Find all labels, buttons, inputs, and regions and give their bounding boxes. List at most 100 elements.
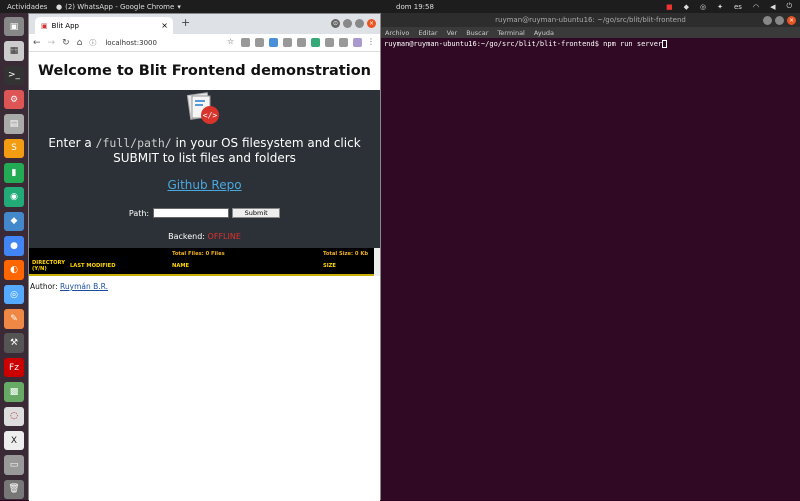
menu-ayuda[interactable]: Ayuda (534, 29, 554, 37)
chrome-icon[interactable]: ● (4, 236, 24, 256)
maximize-icon[interactable] (355, 19, 364, 28)
extension-icon[interactable] (241, 38, 250, 47)
maximize-icon[interactable] (775, 16, 784, 25)
tab-close-icon[interactable]: × (161, 21, 168, 30)
address-bar[interactable]: localhost:3000 (105, 39, 157, 47)
web-page: Welcome to Blit Frontend demonstration <… (29, 52, 380, 501)
sync-icon: ◎ (700, 2, 707, 11)
close-icon[interactable]: × (367, 19, 376, 28)
new-tab-button[interactable]: + (181, 16, 190, 29)
extension-icon[interactable] (325, 38, 334, 47)
dock: ▣ ▦ >_ ⚙ ▤ S ▮ ◉ ◆ ● ◐ ◎ ✎ ⚒ Fz ▩ ◌ X ▭ … (0, 13, 28, 500)
extension-icon[interactable] (283, 38, 292, 47)
volume-icon: ◀ (770, 2, 776, 11)
language-indicator: es (733, 2, 742, 11)
firefox-icon[interactable]: ◐ (4, 260, 24, 280)
back-icon[interactable]: ← (33, 38, 41, 48)
column-last-modified[interactable]: LAST MODIFIED (70, 263, 116, 269)
minimize-icon[interactable] (343, 19, 352, 28)
extension-icon[interactable] (269, 38, 278, 47)
backend-label: Backend: (168, 232, 205, 241)
hero-section: </> Enter a /full/path/ in your OS files… (29, 90, 380, 248)
path-form: Path: Submit (29, 208, 380, 218)
extensions-bar: ☆ ⋮ (227, 38, 376, 47)
terminal-title: ruyman@ruyman-ubuntu16: ~/go/src/blit/bl… (495, 16, 686, 24)
store-icon[interactable]: ◉ (4, 187, 24, 207)
chevron-down-icon: ▾ (177, 2, 181, 11)
author-link[interactable]: Ruymán B.R. (60, 282, 108, 291)
column-directory[interactable]: DIRECTORY (Y/N) (32, 260, 66, 272)
menu-icon[interactable]: ⋮ (367, 38, 376, 47)
browser-toolbar: ← → ↻ ⌂ ⓘ localhost:3000 ☆ ⋮ (29, 34, 380, 52)
sublime-icon[interactable]: S (4, 138, 24, 159)
home-icon[interactable]: ⌂ (77, 38, 83, 48)
author-label: Author: (30, 282, 58, 291)
clock[interactable]: dom 19:58 (396, 3, 434, 11)
total-files: Total Files: 0 Files (172, 251, 225, 257)
settings-dot-icon[interactable]: ⊙ (331, 19, 340, 28)
files2-icon[interactable]: ▭ (4, 455, 24, 475)
draw-icon[interactable]: ◌ (4, 406, 24, 426)
extension-icon[interactable] (311, 38, 320, 47)
submit-button[interactable]: Submit (232, 208, 281, 218)
menu-editar[interactable]: Editar (418, 29, 437, 37)
column-size[interactable]: SIZE (323, 263, 336, 269)
star-icon[interactable]: ☆ (227, 38, 236, 47)
github-repo-link[interactable]: Github Repo (29, 178, 380, 192)
power-icon: ⏻ (786, 2, 792, 10)
x-icon[interactable]: X (4, 430, 24, 451)
forward-icon[interactable]: → (48, 38, 56, 48)
terminal-titlebar[interactable]: ruyman@ruyman-ubuntu16: ~/go/src/blit/bl… (381, 13, 800, 27)
menu-ver[interactable]: Ver (447, 29, 458, 37)
path-input[interactable] (153, 208, 230, 218)
table-scrollbar[interactable] (374, 248, 380, 276)
camera-icon: ■ (665, 2, 673, 11)
filezilla-icon[interactable]: Fz (4, 357, 24, 378)
wifi-icon: ◠ (752, 2, 760, 11)
terminal-menubar: Archivo Editar Ver Buscar Terminal Ayuda (381, 27, 800, 38)
reload-icon[interactable]: ↻ (62, 38, 70, 48)
close-icon[interactable]: × (787, 16, 796, 25)
terminal-window[interactable]: ruyman@ruyman-ubuntu16: ~/go/src/blit/bl… (381, 13, 800, 500)
menu-buscar[interactable]: Buscar (466, 29, 488, 37)
system-tray[interactable]: ■ ◆ ◎ ✦ es ◠ ◀ ⏻ (666, 2, 792, 11)
minimize-icon[interactable] (763, 16, 772, 25)
app-menu[interactable]: ● (2) WhatsApp - Google Chrome ▾ (56, 3, 181, 11)
extension-icon[interactable] (255, 38, 264, 47)
app-title: (2) WhatsApp - Google Chrome (65, 2, 175, 11)
extension-icon[interactable] (353, 38, 362, 47)
tab-title: Blit App (51, 21, 79, 30)
trash-icon[interactable]: 🗑 (4, 479, 24, 499)
chrome-icon: ● (56, 2, 63, 11)
system-monitor-icon[interactable]: ▮ (4, 163, 24, 183)
terminal-prompt: ruyman@ruyman-ubuntu16:~/go/src/blit/bli… (384, 40, 663, 48)
page-title: Welcome to Blit Frontend demonstration (38, 63, 371, 79)
chromium-icon[interactable]: ◎ (4, 284, 24, 305)
instructions-pre: Enter a (48, 136, 96, 150)
tools-icon[interactable]: ⚒ (4, 333, 24, 353)
menu-terminal[interactable]: Terminal (497, 29, 524, 37)
column-name[interactable]: NAME (172, 263, 189, 269)
terminal-cursor (662, 40, 668, 48)
app-icon[interactable]: ▩ (4, 382, 24, 402)
chromium-app-icon[interactable]: ◆ (4, 211, 24, 232)
settings-icon[interactable]: ⚙ (4, 90, 24, 110)
tab-blit-app[interactable]: ▣ Blit App × (35, 17, 173, 34)
activities-button[interactable]: Actividades (7, 3, 47, 11)
terminal-icon[interactable]: >_ (4, 65, 24, 86)
terminal-output[interactable]: ruyman@ruyman-ubuntu16:~/go/src/blit/bli… (381, 38, 800, 50)
files-table-header: Total Files: 0 Files Total Size: 0 Kb DI… (29, 248, 380, 276)
disk-icon[interactable]: ▤ (4, 114, 24, 134)
extension-icon[interactable] (297, 38, 306, 47)
info-icon: ⓘ (89, 38, 97, 47)
notes-icon[interactable]: ✎ (4, 309, 24, 329)
svg-text:</>: </> (203, 111, 218, 120)
extension-icon[interactable] (339, 38, 348, 47)
backend-status: Backend: OFFLINE (29, 232, 380, 241)
browser-window: ▣ Blit App × + ⊙ × ← → ↻ ⌂ ⓘ localhost:3… (28, 13, 381, 501)
menu-archivo[interactable]: Archivo (385, 29, 409, 37)
path-label: Path: (128, 208, 150, 218)
files-icon[interactable]: ▣ (4, 17, 24, 37)
calendar-icon[interactable]: ▦ (4, 41, 24, 61)
header-divider (29, 274, 375, 276)
